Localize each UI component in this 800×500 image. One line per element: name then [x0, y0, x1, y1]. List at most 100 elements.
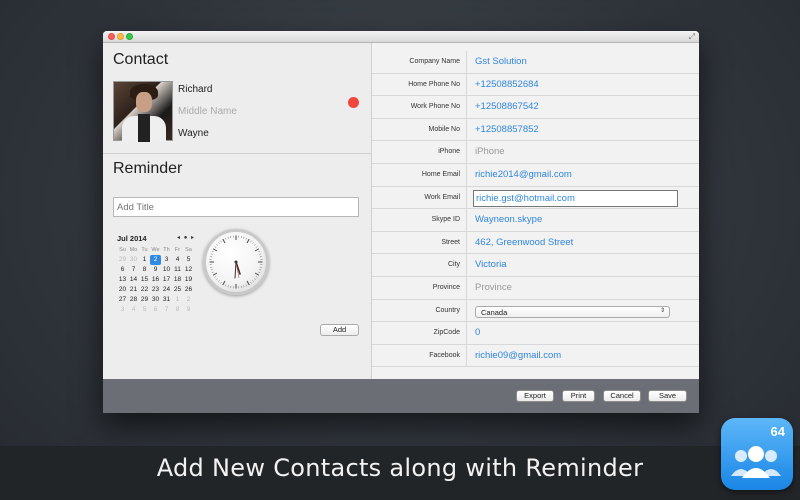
- close-window-button[interactable]: [108, 33, 115, 40]
- calendar-day[interactable]: 17: [161, 275, 172, 285]
- last-name-field[interactable]: Wayne: [178, 128, 209, 139]
- field-separator: [466, 118, 467, 141]
- field-row: Home Email richie2014@gmail.com: [372, 164, 699, 187]
- divider: [103, 153, 371, 154]
- field-value-input[interactable]: Victoria: [475, 259, 507, 270]
- country-select[interactable]: Canada ⇕: [475, 305, 670, 318]
- field-value-input[interactable]: Wayneon.skype: [475, 214, 542, 225]
- calendar-day[interactable]: 15: [139, 275, 150, 285]
- field-row: Country Canada ⇕: [372, 299, 699, 323]
- calendar-day[interactable]: 7: [128, 265, 139, 275]
- calendar-day[interactable]: 6: [150, 305, 161, 315]
- field-label: Country: [435, 306, 460, 314]
- minimize-window-button[interactable]: [117, 33, 124, 40]
- field-value-input[interactable]: Gst Solution: [475, 56, 527, 67]
- field-value-input[interactable]: 462, Greenwood Street: [475, 237, 573, 248]
- add-reminder-button[interactable]: Add: [320, 324, 359, 336]
- field-separator: [466, 73, 467, 96]
- field-label: Work Phone No: [410, 103, 460, 111]
- field-value-input[interactable]: +12508867542: [475, 101, 539, 112]
- calendar-day[interactable]: 29: [139, 295, 150, 305]
- field-value-input[interactable]: iPhone: [475, 146, 505, 157]
- calendar-day[interactable]: 2: [150, 255, 161, 265]
- field-value-input[interactable]: richie2014@gmail.com: [475, 169, 572, 180]
- calendar-day[interactable]: 13: [117, 275, 128, 285]
- field-row: Province Province: [372, 277, 699, 300]
- contact-photo[interactable]: [113, 81, 173, 142]
- calendar-day[interactable]: 8: [139, 265, 150, 275]
- calendar-day[interactable]: 9: [183, 305, 194, 315]
- calendar-day[interactable]: 20: [117, 285, 128, 295]
- print-button[interactable]: Print: [562, 390, 595, 402]
- calendar-day[interactable]: 18: [172, 275, 183, 285]
- calendar-day[interactable]: 21: [128, 285, 139, 295]
- calendar-day[interactable]: 5: [139, 305, 150, 315]
- field-value-input[interactable]: 0: [475, 327, 480, 338]
- calendar-day[interactable]: 28: [128, 295, 139, 305]
- field-row: Facebook richie09@gmail.com: [372, 344, 699, 368]
- field-separator: [466, 209, 467, 231]
- calendar-day[interactable]: 1: [172, 295, 183, 305]
- save-button[interactable]: Save: [648, 390, 687, 402]
- field-value-input[interactable]: +12508857852: [475, 124, 539, 135]
- calendar-day[interactable]: 14: [128, 275, 139, 285]
- calendar-day[interactable]: 8: [172, 305, 183, 315]
- first-name-field[interactable]: Richard: [178, 84, 212, 95]
- field-value: +12508857852: [475, 123, 539, 135]
- clock-face-icon: [209, 235, 263, 289]
- calendar-day[interactable]: 3: [117, 305, 128, 315]
- field-row: City Victoria: [372, 254, 699, 277]
- field-separator: [466, 344, 467, 367]
- calendar-day[interactable]: 16: [150, 275, 161, 285]
- fullscreen-icon[interactable]: ⤢: [689, 32, 695, 42]
- field-value: richie.gst@hotmail.com: [476, 192, 575, 204]
- field-row: Work Phone No +12508867542: [372, 96, 699, 119]
- label-color-dot[interactable]: [348, 97, 359, 108]
- field-value-input[interactable]: +12508852684: [475, 79, 539, 90]
- calendar-day[interactable]: 7: [161, 305, 172, 315]
- field-value-input[interactable]: Province: [475, 282, 512, 293]
- calendar-day[interactable]: 26: [183, 285, 194, 295]
- field-value-input[interactable]: richie.gst@hotmail.com: [473, 189, 678, 207]
- calendar-day[interactable]: 5: [183, 255, 194, 265]
- calendar-day[interactable]: 1: [139, 255, 150, 265]
- calendar-day[interactable]: 30: [128, 255, 139, 265]
- calendar-day[interactable]: 3: [161, 255, 172, 265]
- calendar-nav-icon[interactable]: ◂ ● ▸: [177, 234, 195, 241]
- calendar-day[interactable]: 23: [150, 285, 161, 295]
- calendar-day[interactable]: 30: [150, 295, 161, 305]
- date-picker[interactable]: Jul 2014 ◂ ● ▸ Su Mo Tu We Th Fr Sa 29 30 1 2 3 4 5 6 7…: [117, 234, 195, 315]
- calendar-day[interactable]: 12: [183, 265, 194, 275]
- reminder-title-input[interactable]: [113, 197, 359, 217]
- field-separator: [466, 277, 467, 299]
- calendar-day[interactable]: 4: [128, 305, 139, 315]
- calendar-weekday: Su: [119, 247, 126, 253]
- calendar-day[interactable]: 27: [117, 295, 128, 305]
- calendar-day[interactable]: 6: [117, 265, 128, 275]
- zoom-window-button[interactable]: [126, 33, 133, 40]
- export-button[interactable]: Export: [516, 390, 554, 402]
- calendar-day[interactable]: 10: [161, 265, 172, 275]
- field-label: City: [447, 261, 460, 269]
- calendar-day[interactable]: 11: [172, 265, 183, 275]
- bottom-toolbar: Export Print Cancel Save: [103, 379, 699, 413]
- calendar-day[interactable]: 29: [117, 255, 128, 265]
- calendar-weekday: Th: [163, 247, 170, 253]
- cancel-button[interactable]: Cancel: [603, 390, 641, 402]
- field-value: +12508867542: [475, 101, 539, 113]
- calendar-day[interactable]: 31: [161, 295, 172, 305]
- calendar-day[interactable]: 24: [161, 285, 172, 295]
- field-label: Province: [432, 284, 460, 291]
- calendar-day[interactable]: 9: [150, 265, 161, 275]
- calendar-day[interactable]: 22: [139, 285, 150, 295]
- middle-name-field[interactable]: Middle Name: [178, 106, 237, 117]
- calendar-day[interactable]: 4: [172, 255, 183, 265]
- calendar-day[interactable]: 25: [172, 285, 183, 295]
- calendar-day[interactable]: 2: [183, 295, 194, 305]
- calendar-day[interactable]: 19: [183, 275, 194, 285]
- clock-time-picker[interactable]: [203, 229, 269, 295]
- calendar-grid[interactable]: Su Mo Tu We Th Fr Sa 29 30 1 2 3 4 5 6 7 8 9 10 11 12 13 14 15 1…: [117, 245, 195, 315]
- field-label: Skype ID: [431, 216, 460, 224]
- field-value-input[interactable]: richie09@gmail.com: [475, 350, 561, 361]
- calendar-weekday: Tu: [141, 247, 148, 253]
